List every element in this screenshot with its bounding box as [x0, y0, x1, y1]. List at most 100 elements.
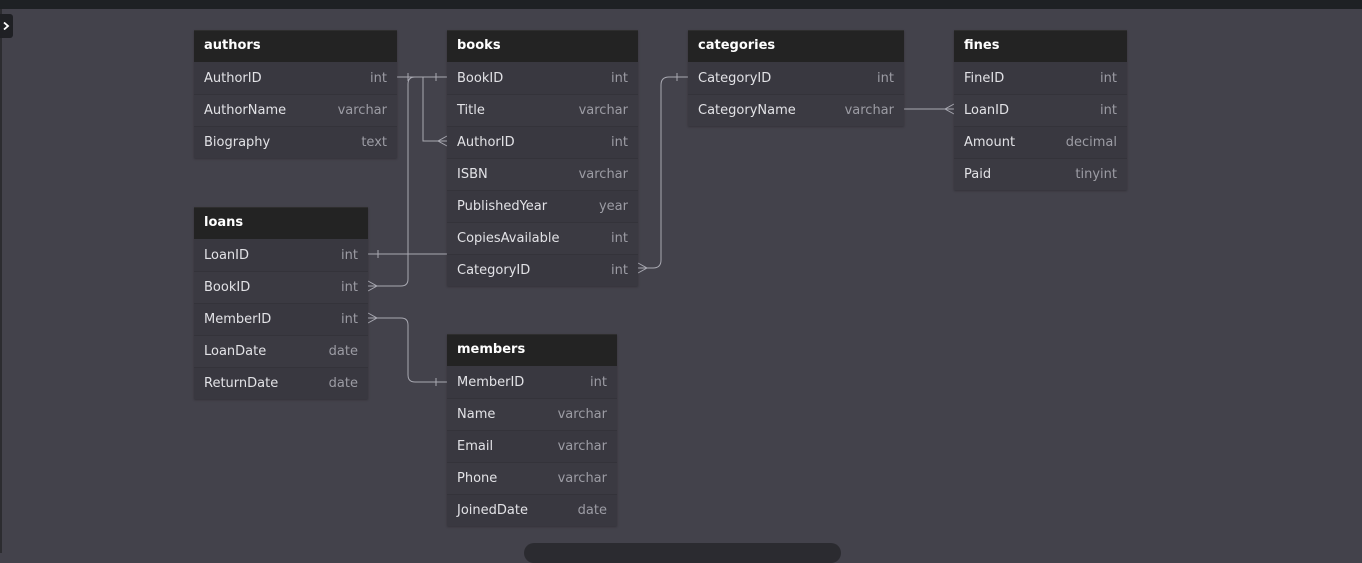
- table-header[interactable]: categories: [688, 30, 904, 62]
- column-name: Name: [457, 407, 496, 422]
- column-type: int: [611, 231, 628, 246]
- column-type: year: [598, 199, 628, 214]
- column-type: int: [611, 70, 628, 86]
- table-row[interactable]: AuthorID int: [194, 62, 397, 94]
- column-type: int: [370, 70, 387, 86]
- column-type: int: [1100, 103, 1117, 118]
- column-name: BookID: [204, 280, 251, 295]
- table-row[interactable]: LoanDate date: [194, 335, 368, 367]
- column-name: Email: [457, 439, 494, 454]
- column-name: AuthorName: [204, 103, 287, 118]
- table-row[interactable]: JoinedDate date: [447, 494, 617, 526]
- column-type: int: [611, 263, 628, 278]
- rel-loans-fines: [368, 250, 447, 258]
- column-type: text: [361, 135, 387, 150]
- column-name: BookID: [457, 70, 504, 86]
- table-row[interactable]: AuthorID int: [447, 126, 638, 158]
- column-name: Title: [457, 103, 485, 118]
- table-header[interactable]: loans: [194, 207, 368, 239]
- table-row[interactable]: Email varchar: [447, 430, 617, 462]
- left-panel-edge: [0, 9, 2, 553]
- table-row[interactable]: Phone varchar: [447, 462, 617, 494]
- rel-categories-books: [637, 73, 688, 274]
- table-header[interactable]: authors: [194, 30, 397, 62]
- table-row[interactable]: ISBN varchar: [447, 158, 638, 190]
- table-fines[interactable]: fines FineID int LoanID int Amount decimal …: [954, 30, 1127, 190]
- column-name: Biography: [204, 135, 271, 150]
- column-type: int: [1100, 70, 1117, 86]
- expand-sidebar-button[interactable]: [0, 14, 13, 38]
- column-type: date: [328, 376, 358, 391]
- column-type: varchar: [844, 103, 894, 118]
- column-type: tinyint: [1075, 167, 1117, 182]
- table-row[interactable]: Biography text: [194, 126, 397, 158]
- table-row[interactable]: CategoryName varchar: [688, 94, 904, 126]
- table-row[interactable]: PublishedYear year: [447, 190, 638, 222]
- table-row[interactable]: LoanID int: [194, 239, 368, 271]
- table-row[interactable]: MemberID int: [447, 366, 617, 398]
- column-type: date: [577, 503, 607, 518]
- table-header[interactable]: fines: [954, 30, 1127, 62]
- column-name: AuthorID: [204, 70, 262, 86]
- table-row[interactable]: CategoryID int: [447, 254, 638, 286]
- column-type: int: [590, 374, 607, 390]
- top-bar: [0, 0, 1362, 9]
- table-row[interactable]: BookID int: [194, 271, 368, 303]
- column-type: varchar: [578, 167, 628, 182]
- column-name: Amount: [964, 135, 1016, 150]
- column-name: CategoryID: [698, 70, 772, 86]
- rel-authors-books: [397, 73, 448, 147]
- table-members[interactable]: members MemberID int Name varchar Email var…: [447, 334, 617, 526]
- table-header[interactable]: members: [447, 334, 617, 366]
- table-row[interactable]: CopiesAvailable int: [447, 222, 638, 254]
- table-categories[interactable]: categories CategoryID int CategoryName var…: [688, 30, 904, 126]
- chevron-right-icon: [3, 22, 10, 30]
- column-type: date: [328, 344, 358, 359]
- column-name: JoinedDate: [457, 503, 528, 518]
- column-name: LoanDate: [204, 344, 267, 359]
- table-row[interactable]: Paid tinyint: [954, 158, 1127, 190]
- column-type: varchar: [337, 103, 387, 118]
- column-name: MemberID: [204, 312, 272, 327]
- bottom-toolbar[interactable]: [524, 543, 841, 563]
- column-type: varchar: [578, 103, 628, 118]
- column-type: int: [341, 280, 358, 295]
- column-type: decimal: [1065, 135, 1117, 150]
- column-type: int: [341, 247, 358, 263]
- table-authors[interactable]: authors AuthorID int AuthorName varchar Bi…: [194, 30, 397, 158]
- column-type: int: [341, 312, 358, 327]
- column-type: varchar: [557, 407, 607, 422]
- table-row[interactable]: ReturnDate date: [194, 367, 368, 399]
- column-name: CategoryID: [457, 263, 531, 278]
- column-name: CopiesAvailable: [457, 231, 560, 246]
- table-row[interactable]: BookID int: [447, 62, 638, 94]
- rel-members-loans: [367, 312, 447, 386]
- column-name: AuthorID: [457, 135, 515, 150]
- column-name: MemberID: [457, 374, 525, 390]
- column-type: varchar: [557, 439, 607, 454]
- table-loans[interactable]: loans LoanID int BookID int MemberID int Lo…: [194, 207, 368, 399]
- column-name: ReturnDate: [204, 376, 279, 391]
- column-type: int: [877, 70, 894, 86]
- column-name: PublishedYear: [457, 199, 548, 214]
- table-row[interactable]: LoanID int: [954, 94, 1127, 126]
- table-row[interactable]: AuthorName varchar: [194, 94, 397, 126]
- column-name: Phone: [457, 471, 498, 486]
- rel-fines-categories: [904, 103, 955, 115]
- column-name: LoanID: [964, 103, 1010, 118]
- table-row[interactable]: CategoryID int: [688, 62, 904, 94]
- column-name: Paid: [964, 167, 992, 182]
- table-header[interactable]: books: [447, 30, 638, 62]
- column-name: CategoryName: [698, 103, 796, 118]
- column-name: FineID: [964, 70, 1005, 86]
- table-row[interactable]: Amount decimal: [954, 126, 1127, 158]
- table-books[interactable]: books BookID int Title varchar AuthorID int…: [447, 30, 638, 286]
- table-row[interactable]: Name varchar: [447, 398, 617, 430]
- column-type: int: [611, 135, 628, 150]
- column-type: varchar: [557, 471, 607, 486]
- column-name: ISBN: [457, 167, 488, 182]
- table-row[interactable]: FineID int: [954, 62, 1127, 94]
- table-row[interactable]: Title varchar: [447, 94, 638, 126]
- table-row[interactable]: MemberID int: [194, 303, 368, 335]
- column-name: LoanID: [204, 247, 250, 263]
